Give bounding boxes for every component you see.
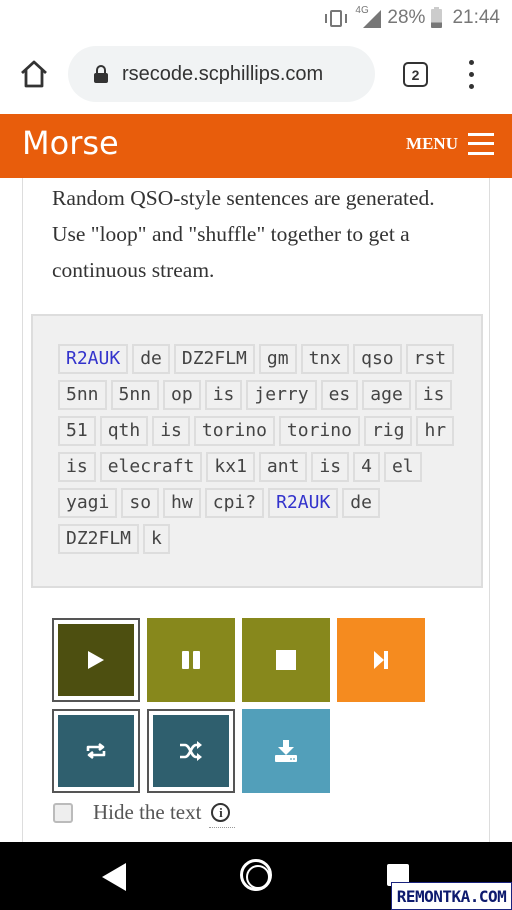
hide-text-row: Hide the text i bbox=[53, 800, 236, 828]
word-chip: DZ2FLM bbox=[173, 344, 255, 374]
hide-text-checkbox[interactable] bbox=[53, 802, 73, 823]
download-button[interactable] bbox=[242, 709, 330, 793]
word-chip: yagi bbox=[58, 488, 118, 518]
next-button[interactable] bbox=[337, 618, 425, 702]
site-title[interactable]: Morse bbox=[22, 124, 119, 162]
word-chip: qth bbox=[99, 416, 149, 446]
download-icon bbox=[275, 740, 297, 762]
word-chip: 5nn bbox=[58, 380, 107, 410]
system-nav-bar: REMONTKA.COM bbox=[0, 842, 512, 910]
signal-icon: 4G bbox=[355, 5, 382, 29]
hamburger-icon bbox=[468, 132, 494, 156]
word-chip: de bbox=[132, 344, 170, 374]
site-header: Morse MENU bbox=[0, 114, 512, 178]
battery-percent: 28% bbox=[387, 7, 426, 28]
word-chip: es bbox=[320, 380, 359, 410]
url-text[interactable]: rsecode.scphillips.com bbox=[122, 63, 323, 86]
word-chip: 4 bbox=[353, 452, 380, 482]
word-chip: 5nn bbox=[110, 380, 160, 410]
info-icon[interactable]: i bbox=[209, 803, 236, 828]
word-chip: torino bbox=[278, 416, 360, 446]
home-icon bbox=[21, 60, 47, 88]
word-chip: el bbox=[383, 452, 422, 482]
word-chip: qso bbox=[353, 344, 402, 374]
word-chip: tnx bbox=[300, 344, 350, 374]
home-circle-icon[interactable] bbox=[240, 859, 272, 891]
more-options-button[interactable] bbox=[462, 60, 482, 90]
main-content: Random QSO-style sentences are generated… bbox=[22, 178, 490, 842]
lock-icon bbox=[94, 65, 108, 83]
loop-button[interactable] bbox=[52, 709, 140, 793]
callsign-word: R2AUK bbox=[268, 488, 339, 518]
intro-text: Random QSO-style sentences are generated… bbox=[52, 186, 435, 282]
play-button[interactable] bbox=[52, 618, 140, 702]
clock: 21:44 bbox=[452, 7, 500, 28]
word-chip: DZ2FLM bbox=[58, 524, 140, 554]
back-icon[interactable] bbox=[102, 863, 126, 891]
browser-toolbar: rsecode.scphillips.com 2 bbox=[0, 36, 512, 114]
menu-button[interactable]: MENU bbox=[406, 132, 494, 156]
word-chip: kx1 bbox=[206, 452, 255, 482]
word-chip: is bbox=[152, 416, 190, 446]
word-chip: cpi? bbox=[204, 488, 265, 518]
menu-label: MENU bbox=[406, 134, 458, 153]
skip-next-icon bbox=[374, 651, 388, 669]
word-chip: torino bbox=[193, 416, 275, 446]
word-chip: hr bbox=[416, 416, 455, 446]
tab-switcher-button[interactable]: 2 bbox=[403, 62, 428, 87]
pause-button[interactable] bbox=[147, 618, 235, 702]
word-chip: elecraft bbox=[99, 452, 203, 482]
word-chip: is bbox=[311, 452, 350, 482]
word-chip: gm bbox=[258, 344, 297, 374]
word-chip: so bbox=[121, 488, 160, 518]
word-chip: k bbox=[143, 524, 170, 554]
word-chip: age bbox=[362, 380, 411, 410]
vibrate-icon bbox=[323, 8, 349, 28]
word-chip: de bbox=[342, 488, 380, 518]
word-list: R2AUK de DZ2FLM gm tnx qso rst 5nn 5nn op is jerry e… bbox=[58, 344, 458, 554]
word-chip: ant bbox=[258, 452, 308, 482]
home-button[interactable] bbox=[18, 58, 50, 90]
word-chip: hw bbox=[163, 488, 201, 518]
hide-text-label[interactable]: Hide the text bbox=[93, 800, 201, 825]
address-bar[interactable]: rsecode.scphillips.com bbox=[68, 46, 375, 102]
callsign-word: R2AUK bbox=[58, 344, 129, 374]
pause-icon bbox=[182, 651, 200, 669]
word-chip: is bbox=[58, 452, 96, 482]
word-chip: op bbox=[163, 380, 201, 410]
shuffle-icon bbox=[180, 741, 202, 761]
word-chip: rst bbox=[405, 344, 455, 374]
word-chip: 51 bbox=[58, 416, 96, 446]
qso-text-panel: R2AUK de DZ2FLM gm tnx qso rst 5nn 5nn op is jerry e… bbox=[31, 314, 483, 588]
play-icon bbox=[88, 651, 104, 669]
status-bar: 4G 28% 21:44 bbox=[0, 0, 512, 36]
shuffle-button[interactable] bbox=[147, 709, 235, 793]
watermark: REMONTKA.COM bbox=[391, 882, 512, 910]
word-chip: jerry bbox=[246, 380, 317, 410]
word-chip: is bbox=[414, 380, 453, 410]
battery-icon bbox=[431, 6, 443, 28]
word-chip: rig bbox=[363, 416, 413, 446]
stop-icon bbox=[276, 650, 296, 670]
loop-icon bbox=[86, 742, 106, 760]
word-chip: is bbox=[204, 380, 243, 410]
stop-button[interactable] bbox=[242, 618, 330, 702]
